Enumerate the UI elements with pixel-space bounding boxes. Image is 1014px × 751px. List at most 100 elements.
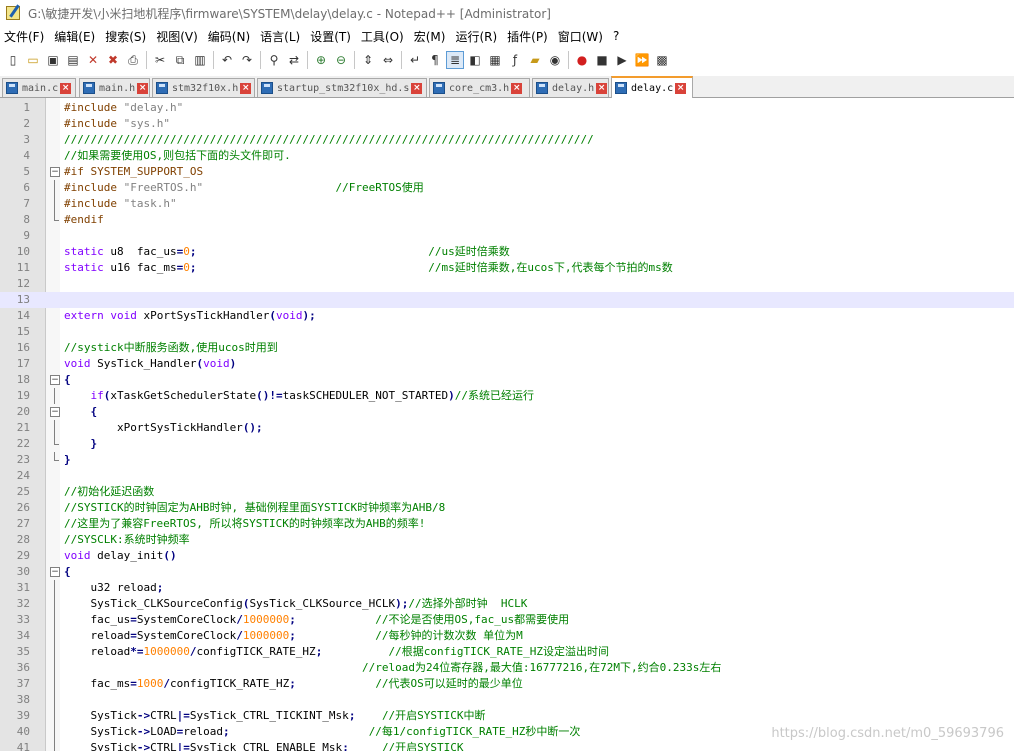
menu-item-0[interactable]: 文件(F) <box>0 28 50 45</box>
menu-item-2[interactable]: 搜索(S) <box>101 28 152 45</box>
doc-map-icon[interactable]: ▦ <box>487 52 503 68</box>
code-line[interactable]: 30 { <box>0 564 1014 580</box>
tab-startup-stm32f10x-hd-s[interactable]: startup_stm32f10x_hd.s × <box>257 78 427 97</box>
menu-item-9[interactable]: 运行(R) <box>451 28 503 45</box>
menu-item-12[interactable]: ? <box>609 29 625 43</box>
code-line[interactable]: 36 //reload为24位寄存器,最大值:16777216,在72M下,约合… <box>0 660 1014 676</box>
code-line[interactable]: 4 //如果需要使用OS,则包括下面的头文件即可. <box>0 148 1014 164</box>
code-line[interactable]: 26 //SYSTICK的时钟固定为AHB时钟, 基础例程里面SYSTICK时钟频… <box>0 500 1014 516</box>
code-line[interactable]: 8 #endif <box>0 212 1014 228</box>
tab-close-icon[interactable]: × <box>596 82 608 94</box>
code-line[interactable]: 25 //初始化延迟函数 <box>0 484 1014 500</box>
code-line[interactable]: 14 extern void xPortSysTickHandler(void); <box>0 308 1014 324</box>
close-icon[interactable]: ✕ <box>85 52 101 68</box>
code-line[interactable]: 17 void SysTick_Handler(void) <box>0 356 1014 372</box>
indent-guide-icon[interactable]: ≣ <box>446 51 464 69</box>
code-line[interactable]: 13 <box>0 292 1014 308</box>
fold-toggle-icon[interactable] <box>50 564 60 580</box>
folder-workspace-icon[interactable]: ▰ <box>527 52 543 68</box>
code-line[interactable]: 38 <box>0 692 1014 708</box>
code-line[interactable]: 15 <box>0 324 1014 340</box>
code-line[interactable]: 7 #include "task.h" <box>0 196 1014 212</box>
code-line[interactable]: 23} <box>0 452 1014 468</box>
tab-close-icon[interactable]: × <box>240 82 252 94</box>
word-wrap-icon[interactable]: ↵ <box>407 52 423 68</box>
code-line[interactable]: 32 SysTick_CLKSourceConfig(SysTick_CLKSo… <box>0 596 1014 612</box>
cut-icon[interactable]: ✂ <box>152 52 168 68</box>
monitor-icon[interactable]: ◉ <box>547 52 563 68</box>
code-line[interactable]: 39 SysTick->CTRL|=SysTick_CTRL_TICKINT_M… <box>0 708 1014 724</box>
tab-close-icon[interactable]: × <box>137 82 149 94</box>
stop-record-icon[interactable]: ■ <box>594 52 610 68</box>
print-icon[interactable]: ⎙ <box>125 52 141 68</box>
code-line[interactable]: 1 #include "delay.h" <box>0 100 1014 116</box>
code-line[interactable]: 5 #if SYSTEM_SUPPORT_OS <box>0 164 1014 180</box>
code-line[interactable]: 22 } <box>0 436 1014 452</box>
open-file-icon[interactable]: ▭ <box>25 52 41 68</box>
code-line[interactable]: 19 if(xTaskGetSchedulerState()!=taskSCHE… <box>0 388 1014 404</box>
zoom-out-icon[interactable]: ⊖ <box>333 52 349 68</box>
code-line[interactable]: 33 fac_us=SystemCoreClock/1000000; //不论是… <box>0 612 1014 628</box>
code-line[interactable]: 6 #include "FreeRTOS.h" //FreeRTOS使用 <box>0 180 1014 196</box>
tab-delay-h[interactable]: delay.h × <box>532 78 609 97</box>
code-line[interactable]: 28 //SYSCLK:系统时钟频率 <box>0 532 1014 548</box>
sync-horizontal-icon[interactable]: ⇔ <box>380 52 396 68</box>
code-editor[interactable]: 1 #include "delay.h" 2 #include "sys.h" 3///… <box>0 98 1014 751</box>
copy-icon[interactable]: ⧉ <box>172 52 188 68</box>
menu-item-8[interactable]: 宏(M) <box>410 28 452 45</box>
code-line[interactable]: 41 SysTick->CTRL|=SysTick_CTRL_ENABLE_Ms… <box>0 740 1014 751</box>
code-line[interactable]: 27 //这里为了兼容FreeRTOS, 所以将SYSTICK的时钟频率改为AHB… <box>0 516 1014 532</box>
fold-toggle-icon[interactable] <box>50 164 60 180</box>
tab-close-icon[interactable]: × <box>675 82 687 94</box>
record-macro-icon[interactable]: ● <box>574 52 590 68</box>
save-icon[interactable]: ▣ <box>45 52 61 68</box>
new-file-icon[interactable]: ▯ <box>5 52 21 68</box>
undo-icon[interactable]: ↶ <box>219 52 235 68</box>
user-lang-icon[interactable]: ◧ <box>467 52 483 68</box>
code-line[interactable]: 20 { <box>0 404 1014 420</box>
function-list-icon[interactable]: ƒ <box>507 52 523 68</box>
menu-item-10[interactable]: 插件(P) <box>503 28 554 45</box>
tab-delay-c[interactable]: delay.c × <box>611 76 693 98</box>
menu-item-5[interactable]: 语言(L) <box>256 28 306 45</box>
code-line[interactable]: 18 { <box>0 372 1014 388</box>
save-all-icon[interactable]: ▤ <box>65 52 81 68</box>
code-line[interactable]: 10 static u8 fac_us=0; //us延时倍乘数 <box>0 244 1014 260</box>
menu-item-6[interactable]: 设置(T) <box>306 28 357 45</box>
code-line[interactable]: 24 <box>0 468 1014 484</box>
code-line[interactable]: 34 reload=SystemCoreClock/1000000; //每秒钟… <box>0 628 1014 644</box>
show-all-chars-icon[interactable]: ¶ <box>427 52 443 68</box>
play-macro-icon[interactable]: ▶ <box>614 52 630 68</box>
tab-close-icon[interactable]: × <box>411 82 423 94</box>
fold-toggle-icon[interactable] <box>50 404 60 420</box>
menu-item-7[interactable]: 工具(O) <box>357 28 410 45</box>
code-line[interactable]: 11 static u16 fac_ms=0; //ms延时倍乘数,在ucos下,… <box>0 260 1014 276</box>
code-line[interactable]: 21 xPortSysTickHandler(); <box>0 420 1014 436</box>
menu-item-3[interactable]: 视图(V) <box>152 28 204 45</box>
menu-item-4[interactable]: 编码(N) <box>204 28 256 45</box>
code-line[interactable]: 9 <box>0 228 1014 244</box>
replace-icon[interactable]: ⇄ <box>286 52 302 68</box>
find-icon[interactable]: ⚲ <box>266 52 282 68</box>
tab-close-icon[interactable]: × <box>511 82 523 94</box>
menu-item-1[interactable]: 编辑(E) <box>50 28 101 45</box>
zoom-in-icon[interactable]: ⊕ <box>313 52 329 68</box>
redo-icon[interactable]: ↷ <box>239 52 255 68</box>
code-line[interactable]: 2 #include "sys.h" <box>0 116 1014 132</box>
tab-main-c[interactable]: main.c × <box>2 78 76 97</box>
fold-toggle-icon[interactable] <box>50 372 60 388</box>
tab-core-cm3-h[interactable]: core_cm3.h × <box>429 78 530 97</box>
menu-item-11[interactable]: 窗口(W) <box>554 28 609 45</box>
run-macro-multiple-icon[interactable]: ⏩ <box>634 52 650 68</box>
code-line[interactable]: 16 //systick中断服务函数,使用ucos时用到 <box>0 340 1014 356</box>
code-line[interactable]: 35 reload*=1000000/configTICK_RATE_HZ; /… <box>0 644 1014 660</box>
paste-icon[interactable]: ▥ <box>192 52 208 68</box>
tab-main-h[interactable]: main.h × <box>79 78 150 97</box>
tab-close-icon[interactable]: × <box>60 82 72 94</box>
sync-vertical-icon[interactable]: ⇕ <box>360 52 376 68</box>
code-line[interactable]: 31 u32 reload; <box>0 580 1014 596</box>
code-line[interactable]: 12 <box>0 276 1014 292</box>
code-line[interactable]: 29 void delay_init() <box>0 548 1014 564</box>
close-all-icon[interactable]: ✖ <box>105 52 121 68</box>
code-line[interactable]: 3 ///////////////////////////////////////… <box>0 132 1014 148</box>
